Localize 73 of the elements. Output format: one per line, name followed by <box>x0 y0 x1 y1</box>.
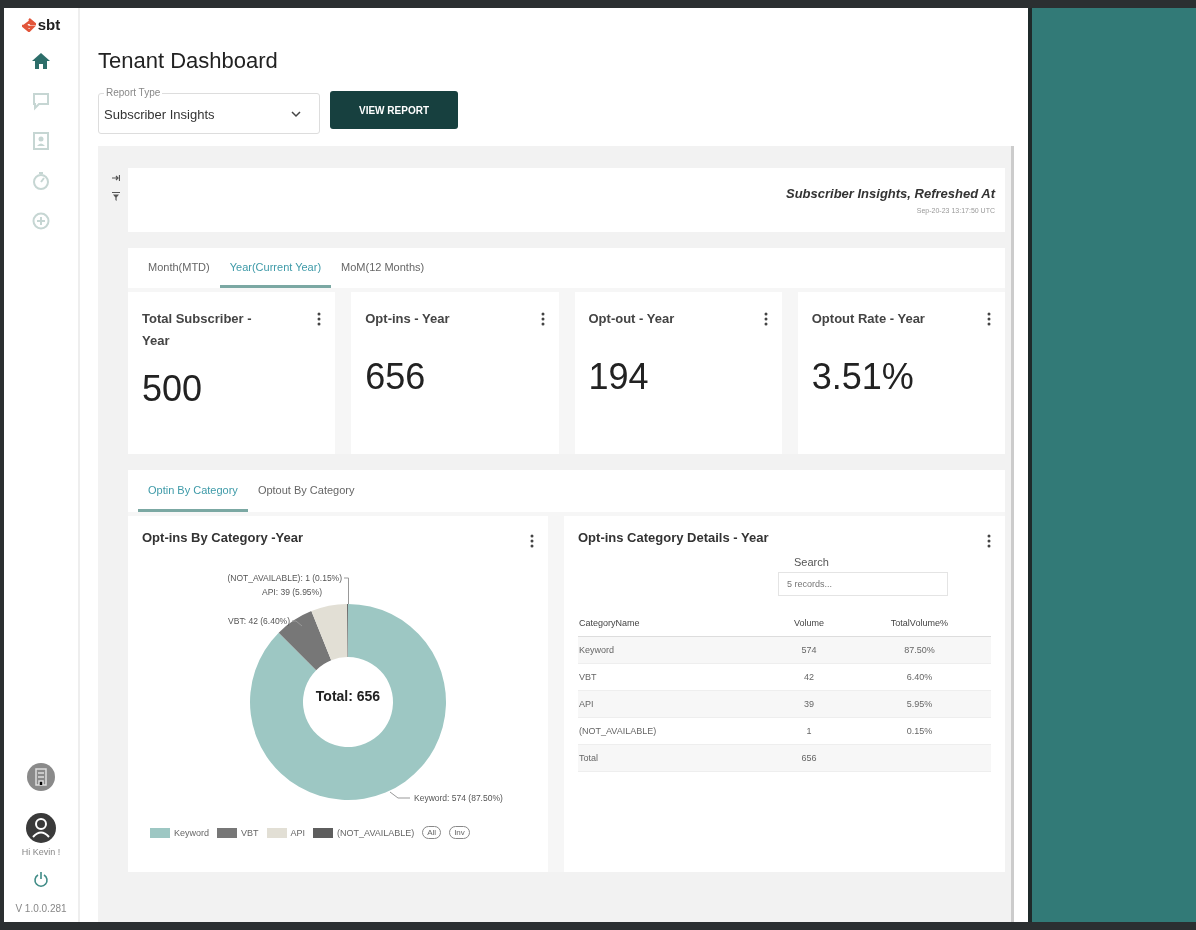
more-icon[interactable] <box>317 312 322 326</box>
category-tab[interactable]: Optout By Category <box>247 470 365 512</box>
kpi-title: Opt-ins - Year <box>365 310 451 328</box>
nav-home-icon[interactable] <box>31 51 51 71</box>
legend-item[interactable]: VBT <box>217 827 259 838</box>
period-tab[interactable]: Month(MTD) <box>138 248 220 288</box>
more-icon[interactable] <box>987 534 991 548</box>
leader-line <box>291 620 303 627</box>
table-cell: 5.95% <box>906 699 933 709</box>
more-icon[interactable] <box>763 312 768 326</box>
field-label: Report Type <box>104 87 163 98</box>
kpi-title: Optout Rate - Year <box>811 310 926 328</box>
legend-swatch <box>150 827 170 838</box>
report-type-dropdown[interactable]: Report Type Subscriber Insights <box>98 86 320 134</box>
table-cell: 656 <box>801 753 817 763</box>
greeting-text: Hi Kevin ! <box>21 847 61 857</box>
column-header[interactable]: TotalVolume% <box>847 610 991 637</box>
legend-item[interactable]: API <box>266 827 306 838</box>
report-title: Subscriber Insights, Refreshed At <box>786 186 995 201</box>
table-cell: Total <box>579 753 598 763</box>
kpi-value: 656 <box>365 356 427 398</box>
data-label: (NOT_AVAILABLE): 1 (0.15%) <box>227 573 342 583</box>
building-icon[interactable] <box>27 763 55 791</box>
version-text: V 1.0.0.281 <box>15 903 67 914</box>
table-cell: (NOT_AVAILABLE) <box>579 726 657 736</box>
legend-swatch <box>217 827 237 838</box>
more-icon[interactable] <box>530 534 534 548</box>
logo-icon <box>21 17 36 32</box>
legend-swatch <box>313 827 334 838</box>
kpi-value: 194 <box>588 356 650 398</box>
view-report-button[interactable]: VIEW REPORT <box>330 91 458 129</box>
table-cell: VBT <box>579 672 597 682</box>
data-label: VBT: 42 (6.40%) <box>228 616 290 626</box>
dropdown-value: Subscriber Insights <box>104 106 215 122</box>
kpi-title: Opt-out - Year <box>588 310 676 328</box>
more-icon[interactable] <box>987 312 991 326</box>
period-tab[interactable]: Year(Current Year) <box>219 248 332 288</box>
leader-line <box>343 577 349 605</box>
kpi-title: Total Subscriber - Year <box>142 310 253 350</box>
table-cell: 0.15% <box>906 726 933 736</box>
table-cell: API <box>579 699 594 709</box>
page-title: Tenant Dashboard <box>98 48 279 74</box>
collapse-icon[interactable] <box>112 174 120 182</box>
card-title: Opt-ins Category Details - Year <box>578 530 769 547</box>
user-avatar-icon[interactable] <box>26 813 56 843</box>
filter-icon[interactable] <box>112 192 120 201</box>
table-cell: 39 <box>803 699 814 709</box>
search-field[interactable]: 5 records... <box>778 572 948 596</box>
table-cell: 42 <box>803 672 814 682</box>
table-cell: 87.50% <box>904 645 935 655</box>
legend-item[interactable]: (NOT_AVAILABLE) <box>313 827 415 838</box>
column-header[interactable]: CategoryName <box>578 610 771 637</box>
card-title: Opt-ins By Category -Year <box>142 530 304 547</box>
legend-item[interactable]: Keyword <box>150 827 209 838</box>
kpi-value: 3.51% <box>811 356 915 398</box>
leader-line <box>389 791 411 799</box>
table-cell: 574 <box>801 645 817 655</box>
logo-text: sbt <box>37 16 61 33</box>
legend-swatch <box>266 827 287 838</box>
chevron-down-icon <box>290 110 302 118</box>
kpi-value: 500 <box>142 368 204 410</box>
period-tab[interactable]: MoM(12 Months) <box>331 248 435 288</box>
power-icon[interactable] <box>33 871 49 887</box>
data-label: Keyword: 574 (87.50%) <box>414 793 503 803</box>
more-icon[interactable] <box>540 312 545 326</box>
column-header[interactable]: Volume <box>770 610 848 637</box>
table-cell: 1 <box>806 726 812 736</box>
table-cell: 6.40% <box>906 672 933 682</box>
category-tab[interactable]: Optin By Category <box>138 470 248 512</box>
table-cell: Keyword <box>579 645 614 655</box>
data-label: API: 39 (5.95%) <box>262 587 322 597</box>
donut-total-label: Total: 656 <box>315 688 381 704</box>
search-label: Search <box>794 556 829 568</box>
